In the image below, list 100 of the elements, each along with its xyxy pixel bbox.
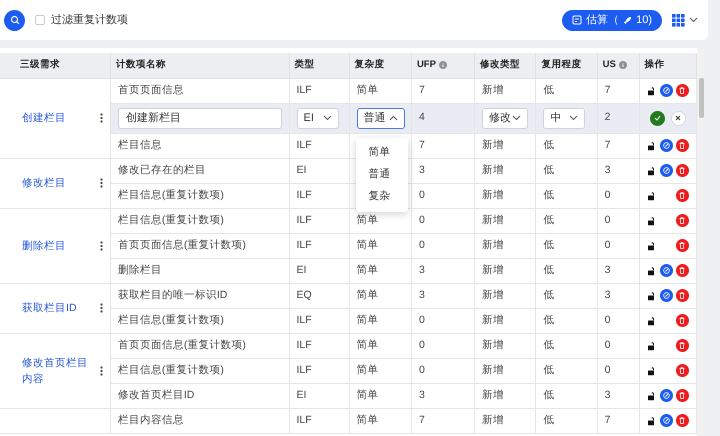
cell-text: 3 [604,388,610,401]
delete-button[interactable] [676,139,689,152]
more-icon[interactable] [100,113,103,123]
delete-button[interactable] [676,414,689,427]
dropdown-option[interactable]: 简单 [356,142,408,164]
edit-button[interactable] [660,264,673,277]
unlock-icon[interactable] [646,340,657,350]
grid-menu-button[interactable] [672,14,698,26]
requirement-link[interactable]: 删除栏目 [22,238,88,254]
trash-icon [679,342,686,349]
edit-button[interactable] [660,139,673,152]
cell-text: EI [296,164,306,176]
trash-icon [679,367,686,374]
cell-text: 删除栏目 [118,264,162,276]
cell-text: 0 [418,238,425,251]
cell-text: 新增 [482,188,504,201]
delete-button[interactable] [676,214,689,227]
column-header: 计数项名称 [116,58,166,72]
delete-button[interactable] [676,289,689,302]
more-icon[interactable] [100,303,103,313]
confirm-button[interactable] [650,110,665,126]
more-icon[interactable] [100,366,103,376]
more-icon[interactable] [100,178,103,188]
cell-text: 7 [418,414,425,426]
cell-text: 修改首页栏目ID [118,388,194,401]
unlock-icon[interactable] [646,416,657,426]
trash-icon [679,417,686,424]
cell-text: 首页页面信息(重复计数项) [118,238,246,251]
column-header: 复用程度 [541,58,582,72]
delete-button[interactable] [676,239,689,252]
unlock-icon[interactable] [646,140,657,150]
unlock-icon[interactable] [646,316,657,326]
cell-text: 简单 [356,264,379,276]
info-icon [438,61,447,70]
cell-text: 0 [604,214,610,226]
chevron-icon [569,115,578,121]
delete-button[interactable] [676,314,689,327]
delete-button[interactable] [676,264,689,277]
cell-text: 低 [543,288,554,301]
estimate-count: 10) [636,12,652,28]
edit-button[interactable] [660,414,673,427]
select-field[interactable]: 中 [543,108,586,128]
unlock-icon[interactable] [646,166,657,176]
cell-text: 3 [604,288,610,301]
column-header: US [602,58,616,72]
delete-button[interactable] [676,389,689,402]
more-icon[interactable] [100,240,103,250]
unlock-icon[interactable] [646,216,657,226]
cell-text: 新增 [482,138,504,151]
dropdown-option[interactable]: 普通 [356,164,408,186]
cell-text: ILF [296,214,312,226]
edit-button[interactable] [660,389,673,402]
cell-text: 栏目信息(重复计数项) [118,214,224,226]
filter-checkbox[interactable]: 过滤重复计数项 [35,12,128,28]
grid-icon [672,14,685,26]
cell-text: 0 [604,314,610,326]
cell-text: 3 [418,164,425,176]
requirement-link[interactable]: 获取栏目ID [22,300,88,316]
dropdown-option[interactable]: 复杂 [356,186,408,208]
unlock-icon[interactable] [646,290,657,300]
cell-text: 0 [418,314,425,326]
select-field[interactable]: 普通 [356,108,405,128]
delete-button[interactable] [676,364,689,377]
unlock-icon[interactable] [646,266,657,276]
cell-text: 简单 [356,338,379,351]
unlock-icon[interactable] [646,190,657,200]
trash-icon [679,267,686,274]
requirement-link[interactable]: 创建栏目 [22,110,88,126]
requirement-link[interactable]: 修改栏目 [22,175,88,191]
cell-text: 栏目信息(重复计数项) [118,364,224,376]
delete-button[interactable] [676,84,689,97]
edit-button[interactable] [660,164,673,177]
unlock-icon[interactable] [646,240,657,250]
edit-button[interactable] [660,289,673,302]
edit-icon [662,417,670,424]
cell-text: 低 [543,388,554,401]
trash-icon [679,192,686,199]
select-field[interactable]: 修改 [482,108,528,128]
select-field[interactable]: EI [296,108,339,128]
unlock-icon[interactable] [646,390,657,400]
column-header: UFP [416,58,436,72]
cancel-button[interactable] [670,110,686,126]
cell-text: EI [296,264,306,276]
column-header: 修改类型 [480,58,520,72]
calculator-icon [572,15,582,25]
cell-text: 低 [543,138,554,151]
delete-button[interactable] [676,189,689,202]
name-input[interactable]: 创建新栏目 [118,108,282,128]
unlock-icon[interactable] [646,86,657,96]
unlock-icon[interactable] [646,366,657,376]
estimate-button[interactable]: 估算（ 10) [562,10,662,30]
edit-button[interactable] [660,84,673,97]
delete-button[interactable] [676,339,689,352]
requirement-link[interactable]: 修改首页栏目内容 [22,354,88,386]
close-icon [675,115,682,121]
cell-text: 3 [418,264,425,276]
cell-text: 首页页面信息 [118,84,184,96]
delete-button[interactable] [676,164,689,177]
cell-text: 3 [604,164,610,176]
search-button[interactable] [4,10,25,30]
